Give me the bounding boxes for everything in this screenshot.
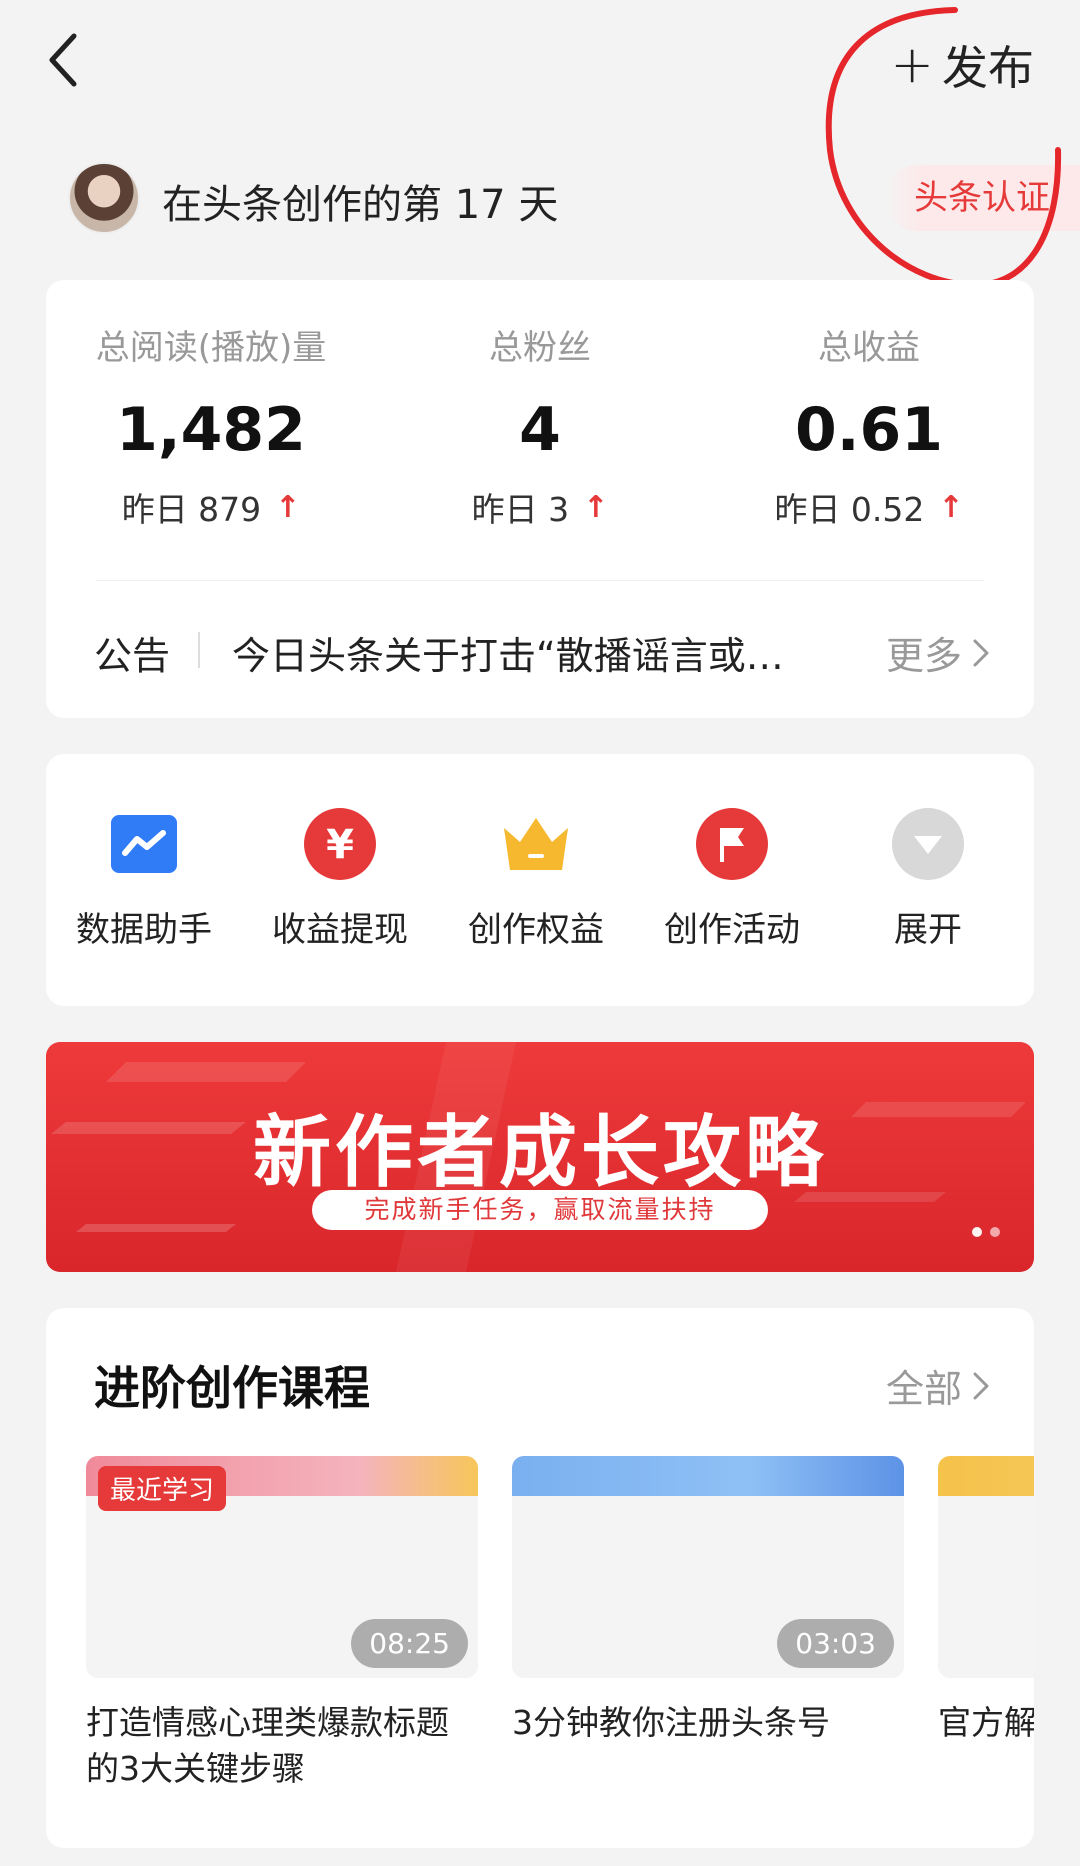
duration-label: 03:03	[777, 1619, 894, 1668]
course-title: 打造情感心理类爆款标题的3大关键步骤	[86, 1703, 449, 1788]
stat-label: 总收益	[818, 328, 920, 368]
yuan-icon: ¥	[304, 808, 376, 880]
notice-label: 公告	[94, 634, 171, 678]
courses-all-label: 全部	[885, 1367, 962, 1411]
thumbnail-header	[938, 1456, 1034, 1496]
duration-label: 08:25	[351, 1619, 468, 1668]
stat-total-reads[interactable]: 总阅读(播放)量 1,482 昨日 879 ↑	[46, 320, 376, 531]
stat-yesterday: 昨日 0.52 ↑	[704, 483, 1034, 531]
notice-more-link[interactable]: 更多	[886, 625, 990, 680]
course-item[interactable]: 最近学习 08:25 打造情感心理类爆款标题的3大关键步骤	[86, 1456, 478, 1792]
chevron-down-icon	[892, 808, 964, 880]
tool-label: 创作活动	[664, 910, 800, 950]
course-title: 官方解头条推	[938, 1703, 1034, 1742]
stat-yesterday-text: 昨日 879	[121, 490, 262, 529]
notice-more-label: 更多	[885, 634, 962, 678]
divider	[96, 580, 984, 581]
stat-yesterday-text: 昨日 0.52	[774, 490, 925, 529]
publish-button[interactable]: + 发布	[890, 32, 1034, 98]
stat-label: 总粉丝	[489, 328, 591, 368]
tool-label: 展开	[894, 910, 962, 950]
notice-text[interactable]: 今日头条关于打击“散播谣言或…	[232, 625, 812, 680]
tool-creator-benefits[interactable]: 创作权益	[438, 808, 634, 951]
flag-icon	[696, 808, 768, 880]
stats-card: 总阅读(播放)量 1,482 昨日 879 ↑ 总粉丝 4 昨日 3 ↑ 总收益…	[46, 280, 1034, 718]
carousel-dot	[972, 1227, 982, 1237]
tool-data-assistant[interactable]: 数据助手	[46, 808, 242, 951]
certification-badge[interactable]: 头条认证	[884, 165, 1080, 231]
tool-income-withdraw[interactable]: ¥ 收益提现	[242, 808, 438, 951]
recent-badge: 最近学习	[98, 1466, 227, 1511]
notice-separator	[198, 632, 200, 668]
thumbnail-header	[512, 1456, 904, 1496]
crown-icon	[500, 808, 572, 880]
stat-yesterday: 昨日 879 ↑	[46, 483, 376, 531]
tool-expand[interactable]: 展开	[830, 808, 1026, 951]
tool-label: 创作权益	[468, 910, 604, 950]
carousel-dot	[990, 1227, 1000, 1237]
course-thumbnail	[938, 1456, 1034, 1678]
creation-days-text: 在头条创作的第 17 天	[162, 182, 559, 228]
stat-value: 1,482	[116, 395, 306, 465]
tool-creator-activities[interactable]: 创作活动	[634, 808, 830, 951]
plus-icon: +	[890, 35, 934, 95]
avatar[interactable]	[68, 162, 140, 234]
course-title: 3分钟教你注册头条号	[512, 1703, 830, 1742]
arrow-up-icon: ↑	[583, 489, 609, 525]
chart-icon	[108, 808, 180, 880]
stat-label: 总阅读(播放)量	[95, 328, 327, 368]
tool-label: 数据助手	[76, 910, 212, 950]
tools-card: 数据助手 ¥ 收益提现 创作权益 创作活动 展开	[46, 754, 1034, 1006]
stat-total-income[interactable]: 总收益 0.61 昨日 0.52 ↑	[704, 320, 1034, 531]
svg-text:¥: ¥	[326, 822, 354, 868]
chevron-right-icon	[973, 639, 989, 666]
banner-title: 新作者成长攻略	[252, 1108, 827, 1198]
chevron-right-icon	[973, 1372, 989, 1399]
arrow-up-icon: ↑	[938, 489, 964, 525]
stat-yesterday: 昨日 3 ↑	[375, 483, 705, 531]
tool-label: 收益提现	[272, 910, 408, 950]
course-item[interactable]: 官方解头条推	[938, 1456, 1034, 1746]
stat-value: 0.61	[794, 395, 944, 465]
back-button[interactable]	[44, 30, 88, 90]
publish-label: 发布	[942, 41, 1034, 95]
stat-yesterday-text: 昨日 3	[471, 490, 570, 529]
stat-total-fans[interactable]: 总粉丝 4 昨日 3 ↑	[375, 320, 705, 531]
stat-value: 4	[519, 395, 561, 465]
chevron-left-icon	[49, 33, 77, 87]
carousel-indicator	[972, 1227, 1000, 1237]
courses-title: 进阶创作课程	[94, 1361, 370, 1415]
courses-all-link[interactable]: 全部	[886, 1358, 990, 1413]
banner-subtitle: 完成新手任务，赢取流量扶持	[312, 1190, 768, 1230]
course-thumbnail: 03:03	[512, 1456, 904, 1678]
course-item[interactable]: 03:03 3分钟教你注册头条号	[512, 1456, 904, 1746]
courses-card: 进阶创作课程 全部 最近学习 08:25 打造情感心理类爆款标题的3大关键步骤 …	[46, 1308, 1034, 1848]
arrow-up-icon: ↑	[275, 489, 301, 525]
growth-guide-banner[interactable]: 新作者成长攻略 完成新手任务，赢取流量扶持	[46, 1042, 1034, 1272]
course-thumbnail: 最近学习 08:25	[86, 1456, 478, 1678]
